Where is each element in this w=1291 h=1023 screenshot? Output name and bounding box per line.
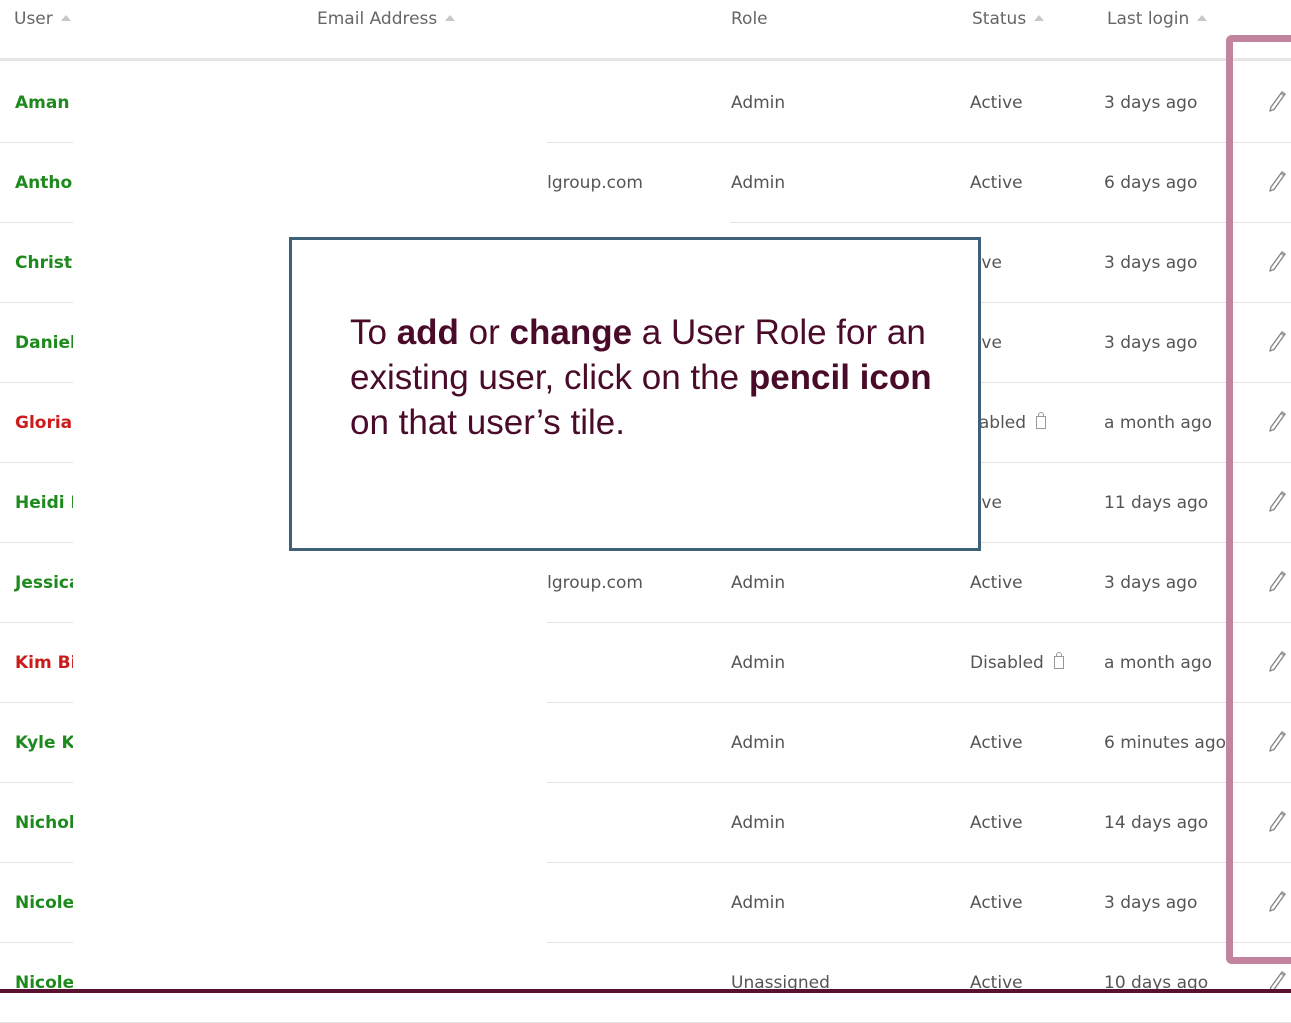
user-email: ialgroup.com	[532, 573, 643, 593]
user-name-link[interactable]: Gloria	[15, 413, 72, 433]
user-name-link[interactable]: Christ	[15, 253, 72, 273]
user-last-login: 3 days ago	[1104, 573, 1198, 593]
column-status-label: Status	[972, 9, 1027, 29]
callout-text: To add or change a User Role for an exis…	[350, 313, 932, 442]
column-last-login-label: Last login	[1107, 9, 1190, 29]
user-name-link[interactable]: Nicole	[15, 893, 74, 913]
column-role-label: Role	[731, 9, 768, 29]
user-name-link[interactable]: Daniel	[15, 333, 76, 353]
user-email: ialgroup.com	[532, 173, 643, 193]
lock-icon	[1036, 412, 1047, 429]
instruction-callout: To add or change a User Role for an exis…	[289, 237, 981, 551]
user-last-login: 6 days ago	[1104, 173, 1198, 193]
sort-caret-icon	[445, 15, 456, 21]
user-role: Admin	[731, 893, 786, 913]
user-status: Active	[970, 813, 1023, 833]
column-status-header[interactable]: Status	[972, 9, 1045, 29]
user-role: Admin	[731, 93, 786, 113]
user-role: Admin	[731, 733, 786, 753]
sort-caret-icon	[1197, 15, 1208, 21]
user-last-login: 14 days ago	[1104, 813, 1209, 833]
user-status: Active	[970, 173, 1023, 193]
column-email-label: Email Address	[317, 9, 438, 29]
pencil-column-highlight	[1226, 35, 1291, 964]
user-role: Admin	[731, 173, 786, 193]
user-name-link[interactable]: Aman	[15, 93, 69, 113]
column-role-header: Role	[731, 9, 768, 29]
column-user-label: User	[14, 9, 53, 29]
sort-caret-icon	[1034, 15, 1045, 21]
user-last-login: 3 days ago	[1104, 333, 1198, 353]
lock-icon	[1053, 652, 1064, 669]
table-header: User Email Address Role Status Last logi…	[0, 0, 1291, 61]
user-name-link[interactable]: Heidi I	[15, 493, 77, 513]
column-email-header[interactable]: Email Address	[317, 9, 456, 29]
user-last-login: 3 days ago	[1104, 893, 1198, 913]
user-status: Active	[970, 733, 1023, 753]
user-last-login: 11 days ago	[1104, 493, 1209, 513]
sort-caret-icon	[60, 15, 71, 21]
user-last-login: 3 days ago	[1104, 93, 1198, 113]
user-name-link[interactable]: Antho	[15, 173, 72, 193]
user-status: Active	[970, 573, 1023, 593]
user-name-link[interactable]: Jessica	[15, 573, 80, 593]
user-role: Admin	[731, 573, 786, 593]
user-status: Active	[970, 893, 1023, 913]
user-role: Admin	[731, 653, 786, 673]
column-last-login-header[interactable]: Last login	[1107, 9, 1208, 29]
user-last-login: 6 minutes ago	[1104, 733, 1227, 753]
user-last-login: a month ago	[1104, 653, 1213, 673]
user-status: Active	[970, 93, 1023, 113]
user-status: sabled	[970, 412, 1047, 433]
user-last-login: a month ago	[1104, 413, 1213, 433]
user-name-link[interactable]: Nichol	[15, 813, 75, 833]
user-role: Admin	[731, 813, 786, 833]
user-status: Disabled	[970, 652, 1064, 673]
column-user-header[interactable]: User	[14, 9, 71, 29]
bottom-accent-bar	[0, 989, 1291, 993]
user-name-link[interactable]: Kim Bi	[15, 653, 76, 673]
user-last-login: 3 days ago	[1104, 253, 1198, 273]
user-name-link[interactable]: Kyle K	[15, 733, 75, 753]
